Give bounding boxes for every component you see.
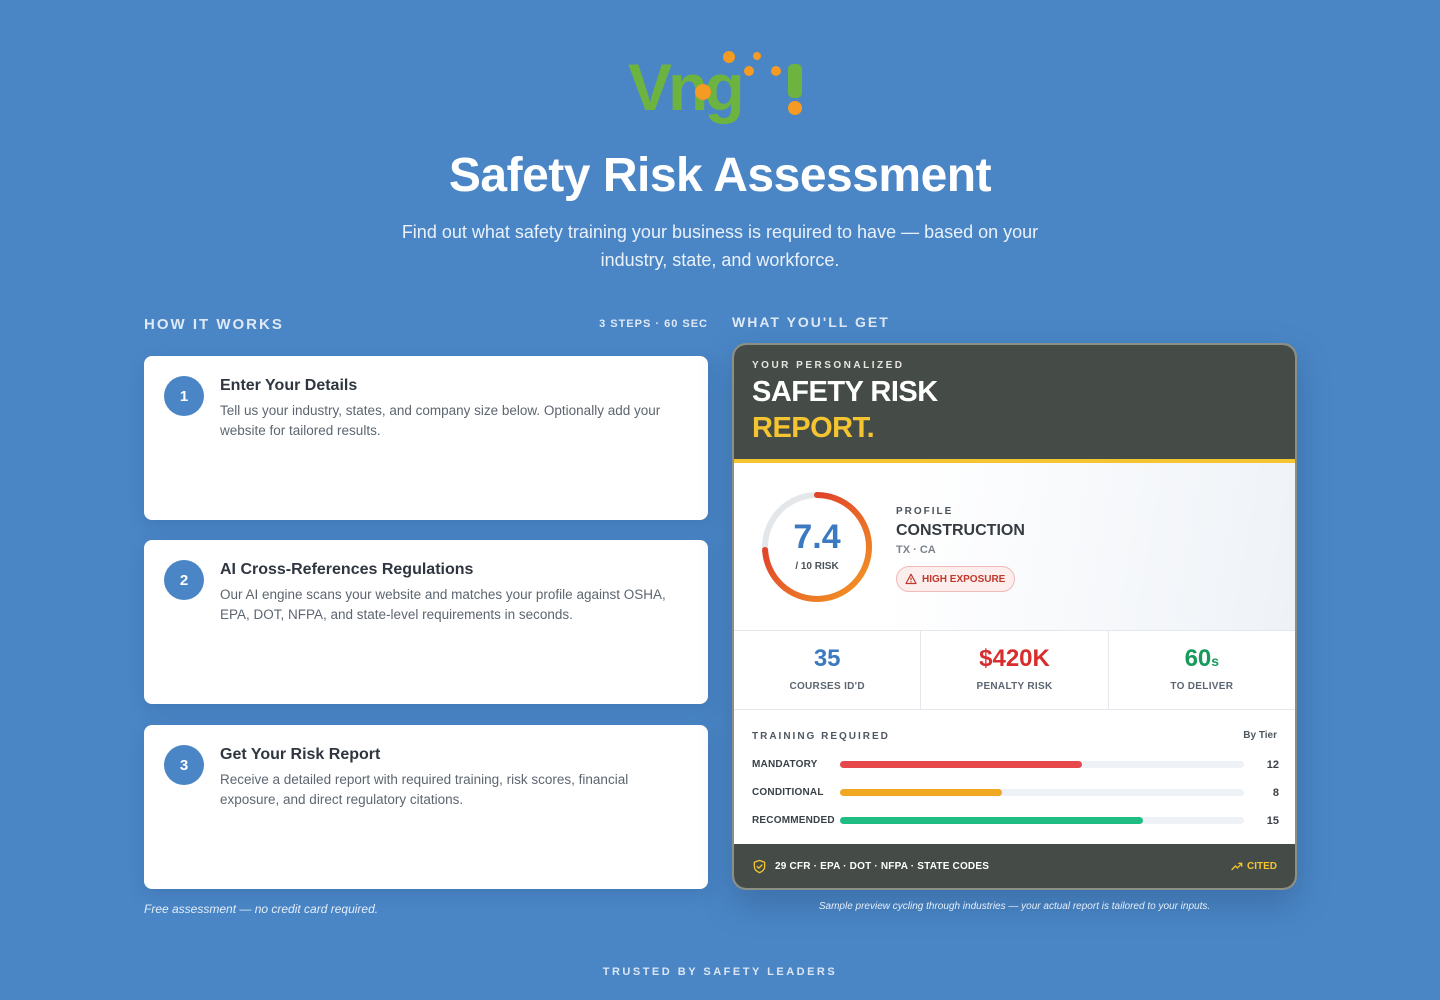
stat-label: TO DELIVER bbox=[1170, 681, 1234, 692]
bar-count: 8 bbox=[1272, 787, 1279, 799]
trusted-by-heading: TRUSTED BY SAFETY LEADERS bbox=[602, 966, 838, 978]
bar-fill bbox=[840, 789, 1002, 796]
bar-label: RECOMMENDED bbox=[752, 815, 835, 826]
stat-delivery: 60s TO DELIVER bbox=[1107, 631, 1295, 709]
regulation-sources: 29 CFR · EPA · DOT · NFPA · STATE CODES bbox=[775, 860, 990, 872]
report-title: SAFETY RISK bbox=[752, 376, 938, 408]
report-header: YOUR PERSONALIZED SAFETY RISK REPORT. bbox=[734, 345, 1295, 463]
bar-track bbox=[840, 761, 1244, 768]
step-description: Our AI engine scans your website and mat… bbox=[220, 587, 666, 622]
page-title: Safety Risk Assessment bbox=[448, 149, 992, 202]
sample-report-card: YOUR PERSONALIZED SAFETY RISK REPORT. 7.… bbox=[732, 343, 1297, 890]
step-card-3: 3 Get Your Risk Report Receive a detaile… bbox=[144, 725, 708, 889]
report-kicker: YOUR PERSONALIZED bbox=[752, 360, 905, 371]
report-footer: 29 CFR · EPA · DOT · NFPA · STATE CODES … bbox=[734, 844, 1295, 888]
cited-label: CITED bbox=[1247, 860, 1277, 872]
step-title: Get Your Risk Report bbox=[220, 746, 381, 763]
step-number-badge: 1 bbox=[164, 376, 204, 416]
step-number-badge: 2 bbox=[164, 560, 204, 600]
svg-text:Vng: Vng bbox=[628, 50, 741, 124]
bar-label: MANDATORY bbox=[752, 759, 818, 770]
step-card-2: 2 AI Cross-References Regulations Our AI… bbox=[144, 540, 708, 704]
free-assessment-note: Free assessment — no credit card require… bbox=[144, 902, 379, 916]
bar-track bbox=[840, 789, 1244, 796]
bar-fill bbox=[840, 761, 1083, 768]
stat-penalty: $420K PENALTY RISK bbox=[920, 631, 1107, 709]
bar-track bbox=[840, 817, 1244, 824]
cited-badge: CITED bbox=[1231, 861, 1277, 872]
risk-score: 7.4 bbox=[793, 518, 841, 556]
stat-value: $420K bbox=[979, 645, 1050, 672]
bar-count: 12 bbox=[1266, 759, 1279, 771]
profile-label: PROFILE bbox=[896, 506, 954, 517]
step-card-1: 1 Enter Your Details Tell us your indust… bbox=[144, 356, 708, 520]
step-title: Enter Your Details bbox=[220, 377, 358, 394]
bar-count: 15 bbox=[1266, 815, 1279, 827]
step-description: Receive a detailed report with required … bbox=[220, 772, 629, 807]
profile-states: TX · CA bbox=[896, 544, 936, 556]
exposure-badge-label: HIGH EXPOSURE bbox=[922, 573, 1006, 585]
step-description: Tell us your industry, states, and compa… bbox=[220, 403, 661, 438]
training-required-panel: TRAINING REQUIRED By Tier MANDATORY 12 C… bbox=[734, 710, 1295, 846]
bar-label: CONDITIONAL bbox=[752, 787, 824, 798]
profile-industry: CONSTRUCTION bbox=[896, 522, 1025, 539]
report-title-accent: REPORT. bbox=[752, 412, 875, 444]
ving-logo: Vng bbox=[628, 50, 802, 124]
step-number-badge: 3 bbox=[164, 745, 204, 785]
training-tier-label: By Tier bbox=[1243, 730, 1277, 741]
warning-triangle-icon bbox=[905, 573, 917, 585]
profile-panel: 7.4 / 10 RISK PROFILE CONSTRUCTION TX · … bbox=[734, 463, 1295, 631]
risk-score-scale: / 10 RISK bbox=[795, 561, 839, 572]
bar-fill bbox=[840, 817, 1143, 824]
sample-preview-note: Sample preview cycling through industrie… bbox=[818, 901, 1211, 912]
shield-check-icon bbox=[753, 859, 766, 873]
page-subtitle: Find out what safety training your busin… bbox=[401, 222, 1039, 270]
trend-up-icon bbox=[1231, 862, 1243, 871]
stat-value: 35 bbox=[813, 645, 841, 672]
stat-unit: s bbox=[1211, 653, 1220, 669]
exposure-badge: HIGH EXPOSURE bbox=[896, 566, 1016, 592]
stat-label: COURSES ID'D bbox=[789, 681, 865, 692]
training-row-conditional: CONDITIONAL 8 bbox=[752, 786, 1279, 800]
training-row-recommended: RECOMMENDED 15 bbox=[752, 814, 1279, 828]
steps-meta: 3 STEPS · 60 SEC bbox=[599, 318, 708, 330]
step-title: AI Cross-References Regulations bbox=[220, 561, 474, 578]
stat-courses: 35 COURSES ID'D bbox=[734, 631, 920, 709]
report-stats: 35 COURSES ID'D $420K PENALTY RISK 60s T… bbox=[734, 631, 1295, 710]
how-it-works-heading: HOW IT WORKS bbox=[144, 316, 284, 333]
stat-label: PENALTY RISK bbox=[976, 681, 1053, 692]
stat-value: 60s bbox=[1184, 645, 1220, 672]
training-row-mandatory: MANDATORY 12 bbox=[752, 758, 1279, 772]
training-label: TRAINING REQUIRED bbox=[752, 731, 890, 742]
what-youll-get-heading: WHAT YOU'LL GET bbox=[732, 314, 890, 330]
